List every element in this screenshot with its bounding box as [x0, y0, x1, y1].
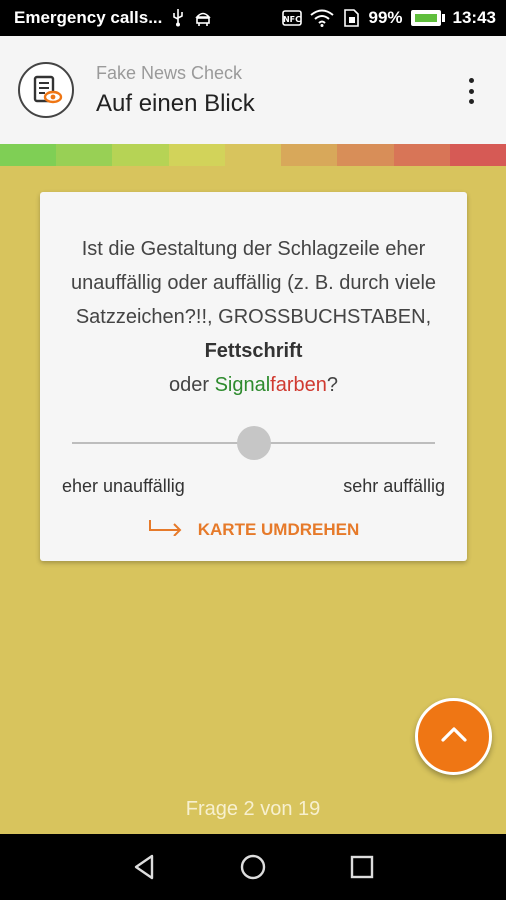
chevron-up-button[interactable]: [415, 698, 492, 775]
scale-segment: [393, 144, 450, 166]
scale-segment: [56, 144, 113, 166]
system-nav-bar: [0, 834, 506, 900]
home-icon[interactable]: [233, 847, 273, 887]
scale-segment: [112, 144, 169, 166]
scale-segment: [0, 144, 57, 166]
app-logo-icon: [18, 62, 74, 118]
question-red-word: farben: [270, 374, 327, 396]
question-part-1: Ist die Gestaltung der Schlagzeile eher …: [70, 238, 437, 328]
slider-max-label: sehr auffällig: [343, 476, 445, 496]
scale-segment: [449, 144, 506, 166]
question-text: Ist die Gestaltung der Schlagzeile eher …: [70, 232, 437, 402]
sim-icon: [342, 9, 360, 27]
scale-segment: [168, 144, 225, 166]
more-vert-icon[interactable]: [466, 78, 476, 104]
rating-scale-strip: [0, 144, 506, 166]
chevron-up-icon: [440, 725, 468, 748]
carrier-label: Emergency calls...: [14, 8, 163, 27]
battery-percent: 99%: [368, 8, 403, 27]
rating-slider[interactable]: [72, 426, 435, 460]
question-part-2: oder: [168, 374, 215, 396]
clock: 13:43: [452, 8, 496, 27]
flip-card-label: KARTE UMDREHEN: [197, 519, 360, 539]
android-debug-icon: [194, 10, 212, 26]
back-icon[interactable]: [124, 847, 164, 887]
question-card: Ist die Gestaltung der Schlagzeile eher …: [40, 192, 467, 561]
page-title: Auf einen Blick: [96, 89, 255, 117]
battery-icon: [410, 10, 445, 26]
slider-min-label: eher unauffällig: [62, 476, 185, 496]
question-counter: Frage 2 von 19: [185, 798, 321, 820]
wifi-icon: [310, 9, 335, 27]
recents-icon[interactable]: [342, 847, 382, 887]
question-part-3: ?: [326, 374, 339, 396]
usb-icon: [172, 9, 184, 27]
status-bar: Emergency calls... NFC 99% 13:43: [0, 0, 506, 36]
app-subtitle: Fake News Check: [96, 62, 243, 83]
scale-segment: [281, 144, 338, 166]
question-bold-word: Fettschrift: [204, 340, 303, 362]
svg-text:NFC: NFC: [283, 15, 301, 24]
nfc-icon: NFC: [282, 10, 303, 26]
question-green-word: Signal: [214, 374, 271, 396]
scale-segment: [224, 144, 282, 166]
flip-card-button[interactable]: KARTE UMDREHEN: [40, 518, 467, 541]
app-bar: Fake News Check Auf einen Blick: [0, 36, 506, 144]
scale-segment: [337, 144, 394, 166]
slider-thumb[interactable]: [236, 426, 271, 460]
flip-arrow-icon: [148, 518, 184, 541]
